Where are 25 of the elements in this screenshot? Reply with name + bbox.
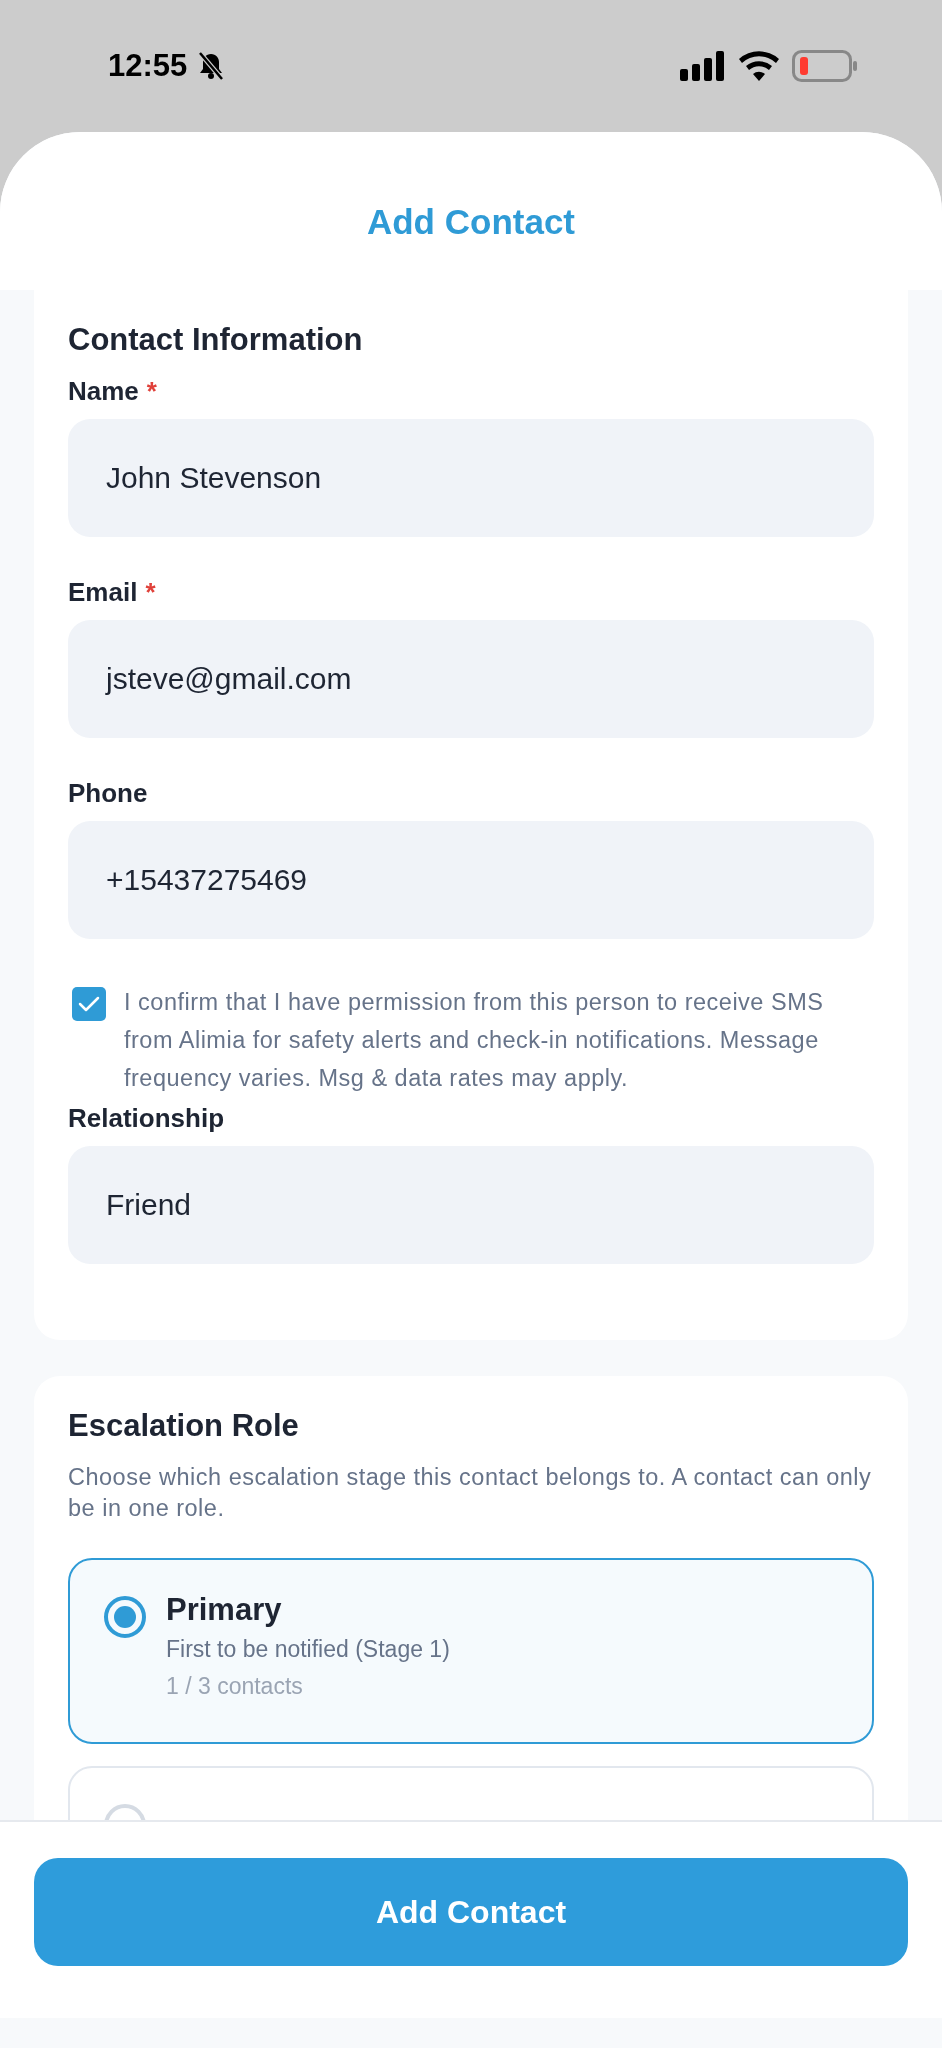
input-field[interactable]: jsteve@gmail.com: [68, 620, 874, 738]
input-field[interactable]: John Stevenson: [68, 419, 874, 537]
field-label: Phone: [68, 778, 148, 809]
section-description: Choose which escalation stage this contact belongs to. A contact can only be in one role.: [68, 1463, 873, 1523]
section-title: Escalation Role: [68, 1408, 300, 1444]
option-count: 1 / 3 contacts: [166, 1673, 304, 1700]
field-label: Email *: [68, 577, 156, 608]
role-option[interactable]: Primary First to be notified (Stage 1) 1 / 3 contacts: [68, 1558, 874, 1744]
screen-title: Add Contact: [366, 202, 575, 242]
wifi-icon: [738, 51, 780, 81]
field-label: Relationship: [68, 1103, 224, 1134]
option-description: First to be notified (Stage 1): [166, 1636, 450, 1663]
status-time: 12:55: [108, 48, 188, 84]
consent-text: I confirm that I have permission from this person to receive SMS from Alimia for safety alerts and check-in notifications. Message frequency varies. Msg & data rates may apply.: [124, 988, 825, 1093]
option-title: Primary: [166, 1592, 283, 1628]
battery-icon: [792, 50, 858, 82]
input-field[interactable]: +15437275469: [68, 821, 874, 939]
input-field[interactable]: Friend: [68, 1146, 874, 1264]
section-title: Contact Information: [68, 322, 364, 358]
field-label: Name *: [68, 376, 157, 407]
consent-checkbox[interactable]: [72, 987, 106, 1021]
signal-icon: [680, 51, 726, 81]
muted-bell-icon: [197, 51, 226, 81]
checkmark-icon: [78, 995, 100, 1013]
radio-button[interactable]: [104, 1596, 146, 1638]
